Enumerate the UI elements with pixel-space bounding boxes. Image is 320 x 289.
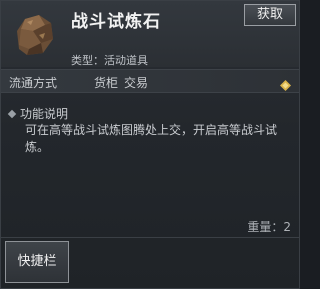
description-heading: 功能说明 (7, 105, 69, 122)
description-text: 可在高等战斗试炼图腾处上交，开启高等战斗试炼。 (25, 123, 278, 154)
divider (1, 237, 299, 238)
weight-label: 重量：2 (247, 220, 291, 234)
item-name: 战斗试炼石 (71, 12, 161, 32)
bullet-diamond-icon (7, 109, 17, 119)
item-type-label: 类型：活动道具 (71, 54, 148, 67)
get-button[interactable]: 获取 (244, 4, 296, 26)
description-heading-text: 功能说明 (20, 107, 69, 121)
item-tooltip-panel: 战斗试炼石 类型：活动道具 获取 流通方式 货柜 交易 功能说明 可在高等战斗试炼… (0, 0, 300, 289)
item-header: 战斗试炼石 类型：活动道具 获取 (1, 1, 299, 67)
diamond-icon[interactable] (280, 76, 291, 91)
rock-stone-icon (9, 9, 61, 61)
quick-bar-button[interactable]: 快捷栏 (5, 241, 69, 283)
circulation-value-cabinet: 货柜 (94, 76, 119, 90)
circulation-values: 货柜 交易 (94, 74, 154, 91)
circulation-value-trade: 交易 (124, 76, 149, 90)
circulation-label: 流通方式 (9, 76, 58, 90)
circulation-row: 流通方式 货柜 交易 (1, 69, 299, 93)
